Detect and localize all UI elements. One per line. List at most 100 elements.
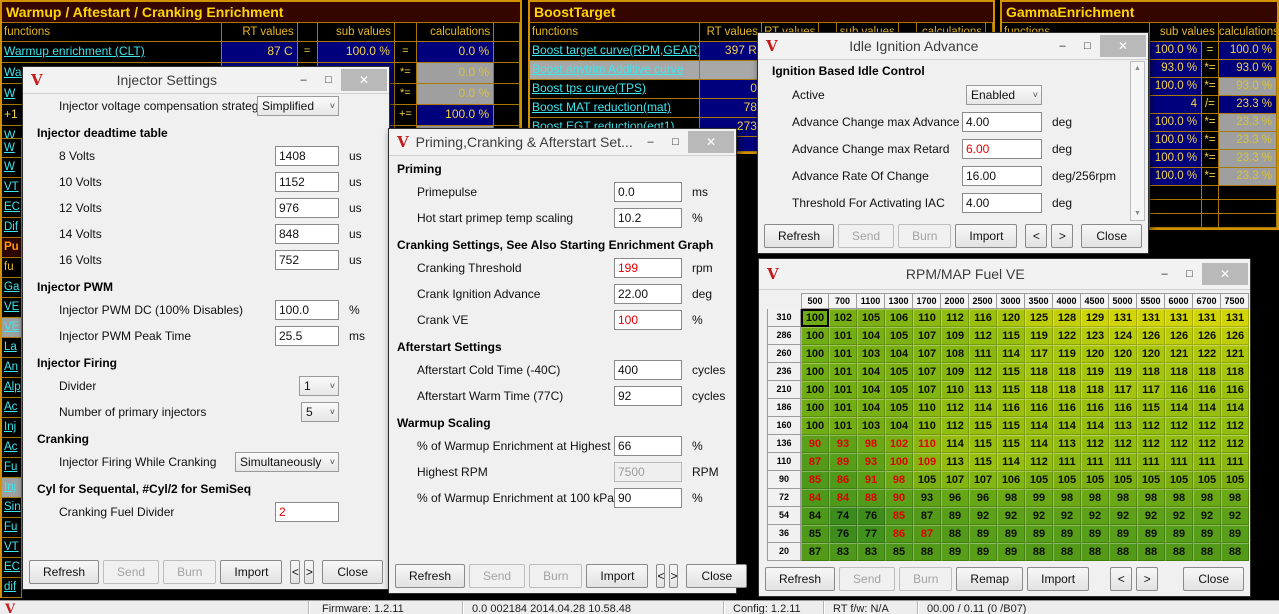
ve-rpm-header[interactable]: 4000: [1053, 293, 1081, 309]
function-link[interactable]: Boost tps curve(TPS): [530, 80, 700, 98]
ve-cell[interactable]: 91: [857, 471, 885, 489]
ve-cell[interactable]: 93: [913, 489, 941, 507]
clipped-function-link[interactable]: An: [0, 358, 22, 378]
ve-cell[interactable]: 105: [885, 363, 913, 381]
ve-cell[interactable]: 100: [801, 309, 829, 327]
clipped-function-link[interactable]: Fu: [0, 518, 22, 538]
ve-cell[interactable]: 116: [1109, 399, 1137, 417]
ve-rpm-header[interactable]: 4500: [1081, 293, 1109, 309]
titlebar[interactable]: V Idle Ignition Advance – □ ✕: [758, 33, 1148, 60]
ve-rpm-header[interactable]: 6700: [1193, 293, 1221, 309]
input-advance-change-max-retard[interactable]: [962, 139, 1042, 159]
ve-cell[interactable]: 128: [1053, 309, 1081, 327]
ve-cell[interactable]: 111: [1109, 453, 1137, 471]
ve-cell[interactable]: 105: [1221, 471, 1249, 489]
ve-cell[interactable]: 104: [885, 345, 913, 363]
ve-cell[interactable]: 120: [1109, 345, 1137, 363]
ve-cell[interactable]: 107: [913, 327, 941, 345]
ve-rpm-header[interactable]: 2500: [969, 293, 997, 309]
ve-cell[interactable]: 118: [1165, 363, 1193, 381]
ve-cell[interactable]: 98: [997, 489, 1025, 507]
close-icon[interactable]: ✕: [1202, 263, 1248, 285]
ve-cell[interactable]: 85: [801, 525, 829, 543]
input-14-volts[interactable]: [275, 224, 339, 244]
ve-cell[interactable]: 101: [829, 399, 857, 417]
ve-cell[interactable]: 92: [1109, 507, 1137, 525]
ve-rpm-header[interactable]: 1700: [913, 293, 941, 309]
clipped-function-link[interactable]: W: [0, 158, 22, 178]
ve-cell[interactable]: 92: [1165, 507, 1193, 525]
ve-cell[interactable]: 114: [1053, 417, 1081, 435]
refresh-button[interactable]: Refresh: [29, 560, 99, 584]
ve-cell[interactable]: 89: [1081, 525, 1109, 543]
ve-cell[interactable]: 89: [997, 525, 1025, 543]
minimize-icon[interactable]: –: [291, 69, 316, 91]
minimize-icon[interactable]: –: [638, 131, 663, 153]
ve-cell[interactable]: 112: [941, 309, 969, 327]
ve-cell[interactable]: 111: [1081, 453, 1109, 471]
ve-cell[interactable]: 98: [885, 471, 913, 489]
ve-cell[interactable]: 115: [997, 381, 1025, 399]
ve-cell[interactable]: 116: [1221, 381, 1249, 399]
prev-button[interactable]: <: [1025, 224, 1047, 248]
ve-cell[interactable]: 93: [857, 453, 885, 471]
ve-cell[interactable]: 111: [1137, 453, 1165, 471]
ve-cell[interactable]: 98: [1109, 489, 1137, 507]
ve-cell[interactable]: 119: [1025, 327, 1053, 345]
ve-cell[interactable]: 112: [969, 327, 997, 345]
ve-cell[interactable]: 89: [1193, 525, 1221, 543]
ve-cell[interactable]: 92: [1221, 507, 1249, 525]
clipped-function-link[interactable]: dif: [0, 578, 22, 598]
input-crank-ignition-advance[interactable]: [614, 284, 682, 304]
ve-cell[interactable]: 112: [1221, 417, 1249, 435]
import-button[interactable]: Import: [1027, 567, 1089, 591]
ve-cell[interactable]: 98: [1053, 489, 1081, 507]
ve-cell[interactable]: 85: [801, 471, 829, 489]
ve-cell[interactable]: 109: [913, 453, 941, 471]
input-advance-change-max-advance[interactable]: [962, 112, 1042, 132]
minimize-icon[interactable]: –: [1152, 263, 1177, 285]
ve-cell[interactable]: 89: [969, 543, 997, 561]
function-link[interactable]: Boost target curve(RPM,GEAR): [530, 42, 700, 60]
ve-cell[interactable]: 105: [1109, 471, 1137, 489]
ve-cell[interactable]: 109: [941, 363, 969, 381]
ve-cell[interactable]: 118: [1081, 381, 1109, 399]
send-button[interactable]: Send: [839, 567, 895, 591]
ve-map-header[interactable]: 136: [767, 435, 801, 453]
ve-cell[interactable]: 89: [829, 453, 857, 471]
ve-cell[interactable]: 126: [1137, 327, 1165, 345]
ve-map-header[interactable]: 210: [767, 381, 801, 399]
ve-cell[interactable]: 101: [829, 417, 857, 435]
minimize-icon[interactable]: –: [1050, 35, 1075, 57]
ve-cell[interactable]: 111: [1193, 453, 1221, 471]
ve-map-header[interactable]: 160: [767, 417, 801, 435]
ve-map-header[interactable]: 36: [767, 525, 801, 543]
ve-cell[interactable]: 118: [1137, 363, 1165, 381]
ve-cell[interactable]: 110: [913, 435, 941, 453]
ve-cell[interactable]: 92: [1081, 507, 1109, 525]
ve-cell[interactable]: 104: [857, 381, 885, 399]
ve-cell[interactable]: 88: [857, 489, 885, 507]
ve-cell[interactable]: 104: [857, 399, 885, 417]
clipped-function-link[interactable]: VT: [0, 178, 22, 198]
ve-cell[interactable]: 90: [801, 435, 829, 453]
ve-map-header[interactable]: 260: [767, 345, 801, 363]
ve-cell[interactable]: 100: [801, 417, 829, 435]
input-highest-rpm[interactable]: [614, 462, 682, 482]
ve-cell[interactable]: 98: [1221, 489, 1249, 507]
select-injector-voltage-compensation-strategy[interactable]: Simplified˅: [257, 96, 339, 116]
titlebar[interactable]: V Injector Settings – □ ✕: [23, 67, 389, 94]
ve-cell[interactable]: 88: [1053, 543, 1081, 561]
ve-cell[interactable]: 89: [997, 543, 1025, 561]
ve-cell[interactable]: 110: [913, 399, 941, 417]
ve-cell[interactable]: 114: [1025, 417, 1053, 435]
ve-cell[interactable]: 114: [1193, 399, 1221, 417]
select-active[interactable]: Enabled˅: [966, 85, 1042, 105]
ve-cell[interactable]: 89: [1025, 525, 1053, 543]
ve-cell[interactable]: 89: [1221, 525, 1249, 543]
ve-cell[interactable]: 102: [829, 309, 857, 327]
ve-cell[interactable]: 105: [885, 399, 913, 417]
next-button[interactable]: >: [1051, 224, 1073, 248]
input-cranking-threshold[interactable]: [614, 258, 682, 278]
ve-cell[interactable]: 107: [913, 363, 941, 381]
